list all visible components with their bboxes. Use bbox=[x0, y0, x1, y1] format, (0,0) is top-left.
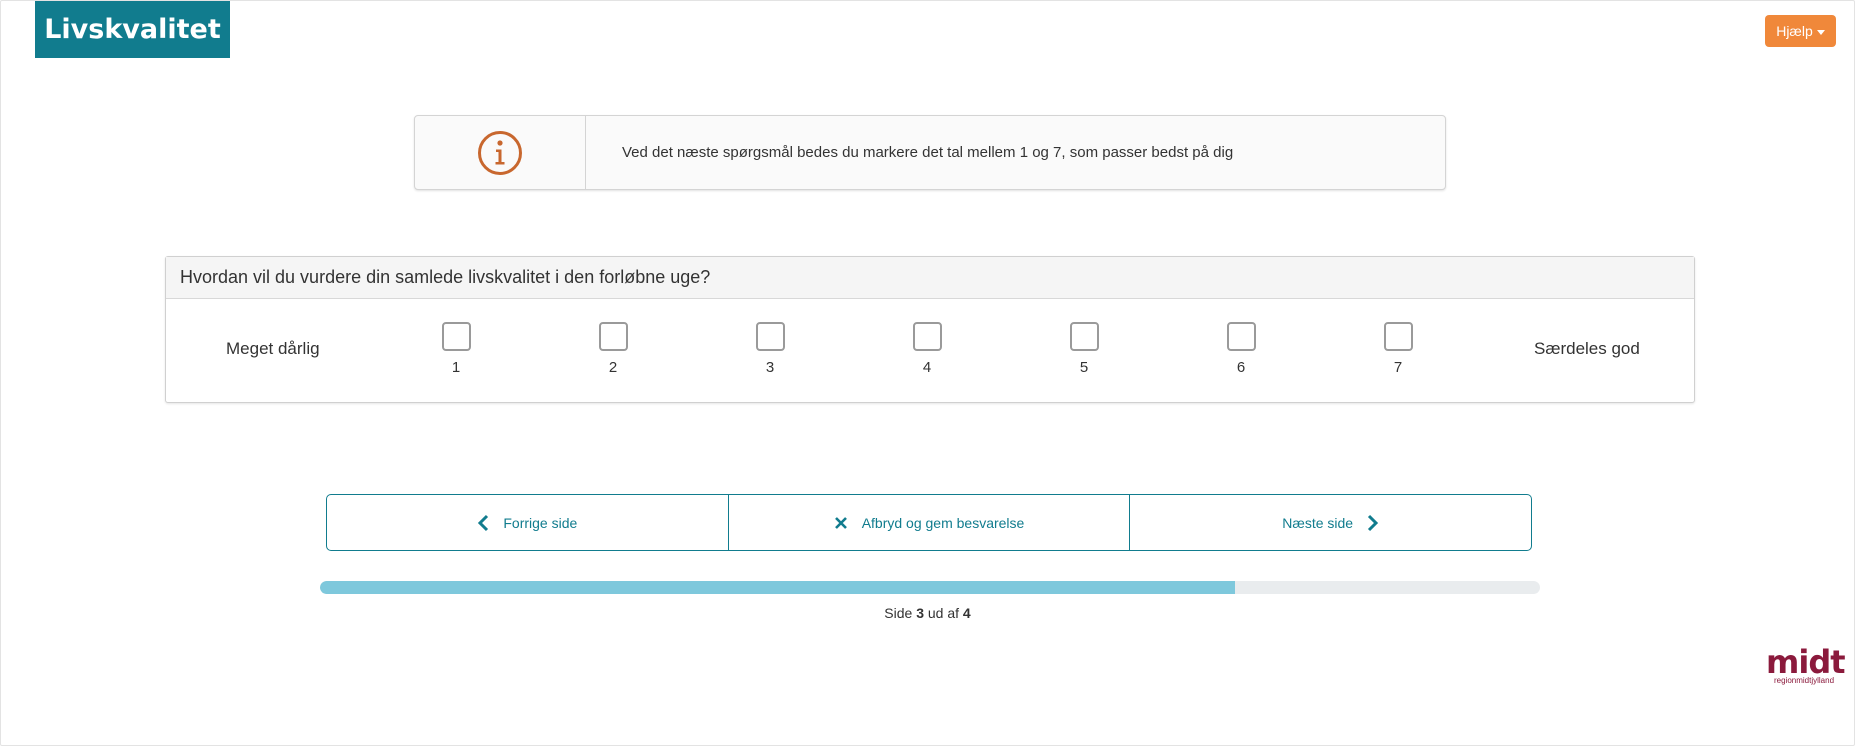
close-icon bbox=[834, 516, 847, 529]
prev-page-button[interactable]: Forrige side bbox=[326, 494, 729, 551]
page-total: 4 bbox=[962, 605, 971, 621]
rating-option-1[interactable]: 1 bbox=[426, 322, 486, 376]
checkbox[interactable] bbox=[598, 322, 628, 351]
question-panel: Hvordan vil du vurdere din samlede livsk… bbox=[165, 256, 1695, 403]
cancel-save-label: Afbryd og gem besvarelse bbox=[861, 514, 1025, 531]
page-title: Livskvalitet bbox=[35, 1, 230, 58]
option-label: 6 bbox=[1236, 359, 1246, 376]
checkbox[interactable] bbox=[1226, 322, 1256, 351]
rating-option-4[interactable]: 4 bbox=[897, 322, 957, 376]
caret-down-icon bbox=[1816, 29, 1825, 35]
rating-option-6[interactable]: 6 bbox=[1211, 322, 1271, 376]
page-prefix: Side bbox=[884, 605, 913, 621]
info-circle-icon bbox=[478, 130, 522, 175]
rating-scale: Meget dårlig 1 2 3 4 5 6 7 Særdeles god bbox=[166, 299, 1694, 402]
logo-main-text: midt bbox=[1766, 643, 1846, 681]
info-icon-cell bbox=[415, 116, 586, 189]
logo-sub-text: regionmidtjylland bbox=[1773, 676, 1835, 685]
page-middle: ud af bbox=[927, 605, 960, 621]
rating-option-2[interactable]: 2 bbox=[583, 322, 643, 376]
option-label: 2 bbox=[608, 359, 618, 376]
page-indicator: Side 3 ud af 4 bbox=[0, 605, 1855, 621]
option-label: 3 bbox=[765, 359, 775, 376]
info-text: Ved det næste spørgsmål bedes du markere… bbox=[622, 144, 1234, 161]
checkbox[interactable] bbox=[441, 322, 471, 351]
progress-fill bbox=[320, 581, 1235, 594]
region-logo: midt regionmidtjylland bbox=[1766, 643, 1846, 686]
info-box: Ved det næste spørgsmål bedes du markere… bbox=[414, 115, 1446, 190]
rating-option-3[interactable]: 3 bbox=[740, 322, 800, 376]
option-label: 1 bbox=[451, 359, 461, 376]
checkbox[interactable] bbox=[1383, 322, 1413, 351]
progress-bar bbox=[320, 581, 1540, 594]
checkbox[interactable] bbox=[755, 322, 785, 351]
option-label: 5 bbox=[1079, 359, 1089, 376]
rating-option-5[interactable]: 5 bbox=[1054, 322, 1114, 376]
option-label: 4 bbox=[922, 359, 932, 376]
high-anchor-label: Særdeles god bbox=[1534, 339, 1640, 358]
question-text: Hvordan vil du vurdere din samlede livsk… bbox=[166, 257, 1694, 299]
option-label: 7 bbox=[1393, 359, 1403, 376]
low-anchor-label: Meget dårlig bbox=[226, 339, 320, 358]
rating-option-7[interactable]: 7 bbox=[1368, 322, 1428, 376]
prev-page-label: Forrige side bbox=[503, 514, 578, 531]
page-current: 3 bbox=[916, 605, 924, 621]
help-label: Hjælp bbox=[1776, 23, 1813, 39]
checkbox[interactable] bbox=[912, 322, 942, 351]
checkbox[interactable] bbox=[1069, 322, 1099, 351]
chevron-left-icon bbox=[478, 514, 489, 531]
next-page-button[interactable]: Næste side bbox=[1130, 494, 1533, 551]
help-button[interactable]: Hjælp bbox=[1765, 15, 1836, 47]
next-page-label: Næste side bbox=[1282, 514, 1354, 531]
chevron-right-icon bbox=[1368, 514, 1379, 531]
page-navigation: Forrige side Afbryd og gem besvarelse Næ… bbox=[326, 494, 1533, 551]
cancel-save-button[interactable]: Afbryd og gem besvarelse bbox=[728, 494, 1131, 551]
